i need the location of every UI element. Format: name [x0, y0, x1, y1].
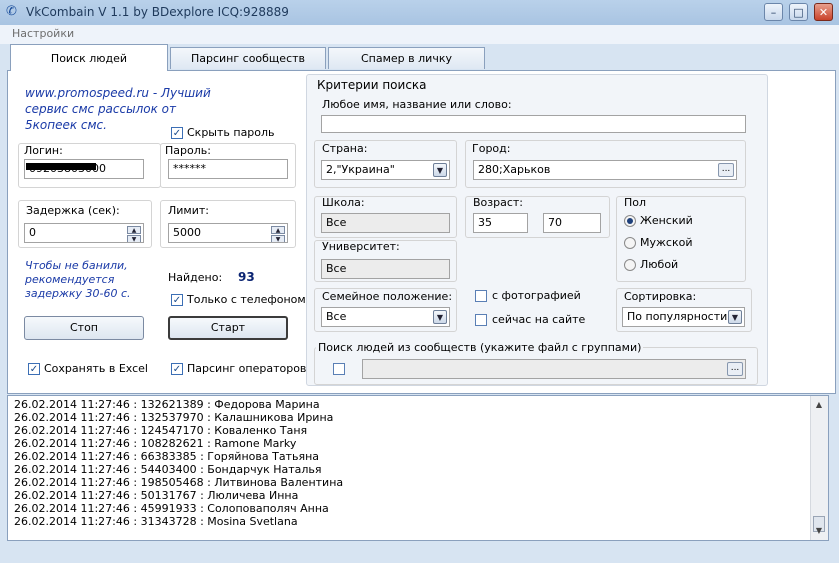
only-phone-checkbox[interactable]: ✓ — [171, 294, 183, 306]
tab-community-parsing[interactable]: Парсинг сообществ — [170, 47, 326, 69]
log-line: 26.02.2014 11:27:46 : 66383385 : Горяйно… — [14, 450, 319, 463]
groups-file-field[interactable]: ... — [362, 359, 746, 379]
search-panel: www.promospeed.ru - Лучший сервис смс ра… — [7, 70, 836, 394]
chevron-down-icon[interactable]: ▼ — [433, 163, 447, 177]
maximize-button[interactable]: □ — [789, 3, 808, 21]
tab-private-spammer[interactable]: Спамер в личку — [328, 47, 485, 69]
save-excel-checkbox[interactable]: ✓ — [28, 363, 40, 375]
limit-spinner[interactable]: 5000 ▲ ▼ — [168, 223, 288, 243]
password-label: Пароль: — [165, 144, 211, 157]
delay-spinner[interactable]: 0 ▲ ▼ — [24, 223, 144, 243]
any-name-field[interactable] — [321, 115, 746, 133]
groups-browse-icon[interactable]: ... — [727, 362, 743, 376]
stop-button[interactable]: Стоп — [24, 316, 144, 340]
log-line: 26.02.2014 11:27:46 : 108282621 : Ramone… — [14, 437, 297, 450]
city-label: Город: — [472, 142, 511, 155]
minimize-button[interactable]: – — [764, 3, 783, 21]
gender-male-label: Мужской — [640, 236, 693, 249]
online-now-label: сейчас на сайте — [492, 313, 586, 326]
country-label: Страна: — [322, 142, 368, 155]
scroll-down-icon[interactable]: ▼ — [813, 524, 825, 538]
log-line: 26.02.2014 11:27:46 : 132621389 : Федоро… — [14, 398, 320, 411]
country-value: 2,"Украина" — [326, 163, 395, 176]
with-photo-checkbox[interactable] — [475, 290, 487, 302]
save-excel-label: Сохранять в Excel — [44, 362, 148, 375]
close-button[interactable]: ✕ — [814, 3, 833, 21]
city-field[interactable]: 280;Харьков ... — [473, 160, 737, 180]
chevron-down-icon[interactable]: ▼ — [728, 310, 742, 324]
limit-label: Лимит: — [168, 204, 209, 217]
password-field[interactable]: ****** — [168, 159, 288, 179]
found-count: 93 — [238, 270, 255, 284]
log-line: 26.02.2014 11:27:46 : 132537970 : Калашн… — [14, 411, 334, 424]
gender-label: Пол — [624, 196, 647, 209]
city-browse-icon[interactable]: ... — [718, 163, 734, 177]
school-label: Школа: — [322, 196, 365, 209]
app-phone-icon: ✆ — [6, 4, 17, 19]
log-line: 26.02.2014 11:27:46 : 124547170 : Ковале… — [14, 424, 308, 437]
delay-label: Задержка (сек): — [26, 204, 120, 217]
hide-password-checkbox[interactable]: ✓ — [171, 127, 183, 139]
login-label: Логин: — [24, 144, 63, 157]
marital-select[interactable]: Все ▼ — [321, 307, 450, 327]
groups-file-label: Поиск людей из сообществ (укажите файл с… — [316, 341, 644, 354]
scroll-up-icon[interactable]: ▲ — [813, 398, 825, 412]
log-scrollbar[interactable]: ▲ ▼ — [810, 396, 828, 540]
any-name-label: Любое имя, название или слово: — [322, 98, 512, 111]
delay-value: 0 — [29, 226, 36, 239]
parse-operators-label: Парсинг операторов — [187, 362, 307, 375]
age-from-field[interactable]: 35 — [473, 213, 528, 233]
groups-file-checkbox[interactable] — [333, 363, 345, 375]
menu-settings[interactable]: Настройки — [12, 27, 74, 40]
delay-hint: Чтобы не банили, рекомендуется задержку … — [25, 259, 131, 300]
log-line: 26.02.2014 11:27:46 : 50131767 : Люличев… — [14, 489, 299, 502]
marital-label: Семейное положение: — [322, 290, 453, 303]
gender-female-radio[interactable] — [624, 215, 636, 227]
start-button[interactable]: Старт — [168, 316, 288, 340]
sort-value: По популярности — [627, 310, 728, 323]
sort-label: Сортировка: — [624, 290, 697, 303]
found-label: Найдено: — [168, 271, 223, 284]
title-bar[interactable]: ✆ VkCombain V 1.1 by BDexplore ICQ:92888… — [0, 0, 839, 25]
sort-select[interactable]: По популярности ▼ — [622, 307, 745, 327]
city-value: 280;Харьков — [478, 163, 551, 176]
gender-male-radio[interactable] — [624, 237, 636, 249]
menu-bar: Настройки — [0, 25, 839, 44]
window-title: VkCombain V 1.1 by BDexplore ICQ:928889 — [26, 5, 289, 19]
criteria-title: Критерии поиска — [317, 78, 427, 92]
status-bar — [0, 545, 839, 563]
app-window: ✆ VkCombain V 1.1 by BDexplore ICQ:92888… — [0, 0, 839, 563]
age-label: Возраст: — [473, 196, 524, 209]
age-to-field[interactable]: 70 — [543, 213, 601, 233]
criteria-box: Критерии поиска Любое имя, название или … — [306, 74, 768, 386]
only-phone-label: Только с телефоном — [187, 293, 306, 306]
limit-value: 5000 — [173, 226, 201, 239]
log-line: 26.02.2014 11:27:46 : 31343728 : Mosina … — [14, 515, 298, 528]
marital-value: Все — [326, 310, 347, 323]
limit-spin-arrows-icon[interactable]: ▲ ▼ — [271, 226, 285, 242]
login-redaction — [26, 163, 96, 170]
university-field[interactable]: Все — [321, 259, 450, 279]
tab-people-search[interactable]: Поиск людей — [10, 44, 168, 71]
hide-password-label: Скрыть пароль — [187, 126, 275, 139]
gender-any-radio[interactable] — [624, 259, 636, 271]
chevron-down-icon[interactable]: ▼ — [433, 310, 447, 324]
log-line: 26.02.2014 11:27:46 : 198505468 : Литвин… — [14, 476, 344, 489]
log-line: 26.02.2014 11:27:46 : 54403400 : Бондарч… — [14, 463, 322, 476]
university-label: Университет: — [322, 240, 400, 253]
gender-any-label: Любой — [640, 258, 679, 271]
online-now-checkbox[interactable] — [475, 314, 487, 326]
log-line: 26.02.2014 11:27:46 : 45991933 : Солопов… — [14, 502, 329, 515]
parse-operators-checkbox[interactable]: ✓ — [171, 363, 183, 375]
results-log[interactable]: 26.02.2014 11:27:46 : 132621389 : Федоро… — [7, 395, 829, 541]
school-field[interactable]: Все — [321, 213, 450, 233]
gender-female-label: Женский — [640, 214, 693, 227]
with-photo-label: с фотографией — [492, 289, 581, 302]
country-select[interactable]: 2,"Украина" ▼ — [321, 160, 450, 180]
delay-spin-arrows-icon[interactable]: ▲ ▼ — [127, 226, 141, 242]
